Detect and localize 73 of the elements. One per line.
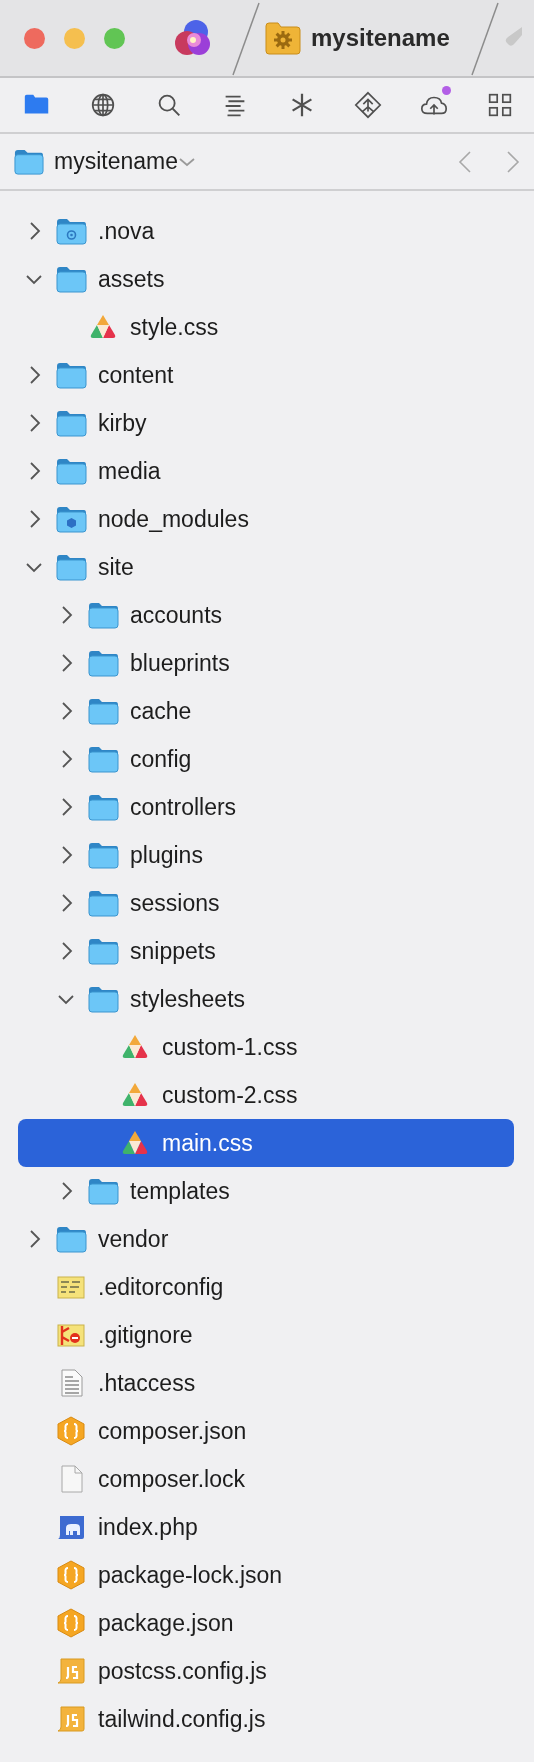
tree-row[interactable]: site: [18, 543, 514, 591]
json-file-icon: [55, 1559, 87, 1591]
project-title[interactable]: mysitename: [54, 148, 178, 175]
file-name: kirby: [98, 409, 147, 437]
tree-row[interactable]: stylesheets: [18, 975, 514, 1023]
tree-row[interactable]: composer.json: [18, 1407, 514, 1455]
file-name: controllers: [130, 793, 237, 821]
js-file-icon: [55, 1655, 87, 1687]
file-name: .nova: [98, 217, 155, 245]
tree-row[interactable]: composer.lock: [18, 1455, 514, 1503]
tree-row[interactable]: node_modules: [18, 495, 514, 543]
tree-row[interactable]: main.css: [18, 1119, 514, 1167]
file-name: plugins: [130, 841, 203, 869]
tree-row[interactable]: snippets: [18, 927, 514, 975]
file-name: .htaccess: [98, 1369, 196, 1397]
tree-row[interactable]: content: [18, 351, 514, 399]
tree-row[interactable]: package.json: [18, 1599, 514, 1647]
file-name: stylesheets: [130, 985, 246, 1013]
file-name: main.css: [162, 1129, 253, 1157]
tree-row[interactable]: package-lock.json: [18, 1551, 514, 1599]
tree-row[interactable]: tailwind.config.js: [18, 1695, 514, 1743]
file-name: snippets: [130, 937, 216, 965]
tree-row[interactable]: assets: [18, 255, 514, 303]
tree-row[interactable]: custom-1.css: [18, 1023, 514, 1071]
file-name: assets: [98, 265, 165, 293]
json-file-icon: [55, 1415, 87, 1447]
file-name: style.css: [130, 313, 219, 341]
tree-row[interactable]: custom-2.css: [18, 1071, 514, 1119]
tree-row[interactable]: postcss.config.js: [18, 1647, 514, 1695]
file-name: package-lock.json: [98, 1561, 283, 1589]
project-folder-icon: [265, 20, 301, 56]
tree-row[interactable]: index.php: [18, 1503, 514, 1551]
file-name: .gitignore: [98, 1321, 193, 1349]
tree-row[interactable]: .editorconfig: [18, 1263, 514, 1311]
file-name: custom-2.css: [162, 1081, 298, 1109]
file-name: content: [98, 361, 174, 389]
file-name: custom-1.css: [162, 1033, 298, 1061]
file-name: config: [130, 745, 192, 773]
js-file-icon: [55, 1703, 87, 1735]
tree-row[interactable]: accounts: [18, 591, 514, 639]
tree-row[interactable]: .htaccess: [18, 1359, 514, 1407]
tree-row[interactable]: style.css: [18, 303, 514, 351]
file-name: composer.lock: [98, 1465, 245, 1493]
file-name: cache: [130, 697, 192, 725]
file-name: node_modules: [98, 505, 249, 533]
tree-row[interactable]: config: [18, 735, 514, 783]
file-name: media: [98, 457, 161, 485]
file-name: accounts: [130, 601, 223, 629]
file-name: composer.json: [98, 1417, 247, 1445]
file-name: site: [98, 553, 134, 581]
file-name: blueprints: [130, 649, 230, 677]
file-name: vendor: [98, 1225, 169, 1253]
json-file-icon: [55, 1607, 87, 1639]
tree-row[interactable]: media: [18, 447, 514, 495]
tree-row[interactable]: controllers: [18, 783, 514, 831]
file-name: package.json: [98, 1609, 234, 1637]
file-name: index.php: [98, 1513, 198, 1541]
file-name: templates: [130, 1177, 230, 1205]
tree-row[interactable]: sessions: [18, 879, 514, 927]
tree-row[interactable]: kirby: [18, 399, 514, 447]
tree-row[interactable]: .nova: [18, 207, 514, 255]
tree-row[interactable]: .gitignore: [18, 1311, 514, 1359]
tab-title[interactable]: mysitename: [311, 24, 450, 52]
tree-row[interactable]: blueprints: [18, 639, 514, 687]
diamond-arrow-icon[interactable]: [352, 90, 383, 120]
tree-row[interactable]: cache: [18, 687, 514, 735]
tree-row[interactable]: plugins: [18, 831, 514, 879]
file-name: tailwind.config.js: [98, 1705, 266, 1733]
tree-row[interactable]: templates: [18, 1167, 514, 1215]
file-name: .editorconfig: [98, 1273, 224, 1301]
file-name: sessions: [130, 889, 220, 917]
file-name: postcss.config.js: [98, 1657, 267, 1685]
tree-row[interactable]: vendor: [18, 1215, 514, 1263]
